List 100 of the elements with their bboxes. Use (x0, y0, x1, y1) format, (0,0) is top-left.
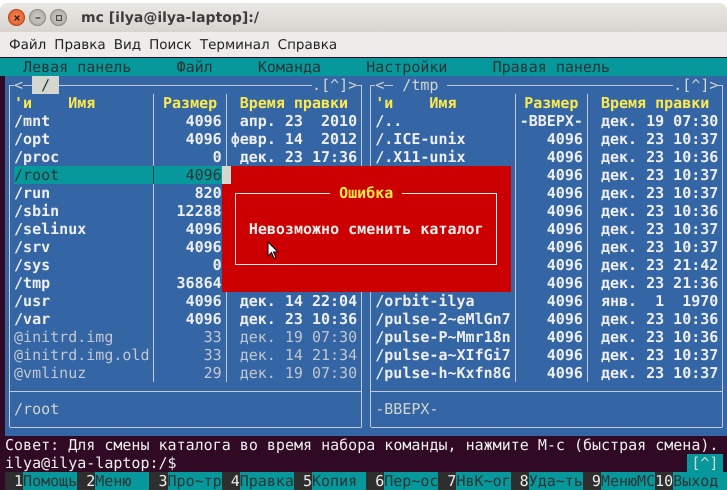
file-size: 820 (194, 184, 222, 202)
file-name: /orbit-ilya (375, 292, 475, 310)
function-key[interactable]: МенюМС (600, 472, 656, 490)
file-name: @initrd.img.old (14, 346, 150, 364)
menu-item[interactable]: Справка (274, 36, 342, 52)
file-size: 4096 (546, 328, 583, 346)
menu-item[interactable]: Терминал (196, 36, 274, 52)
menu-item[interactable]: Поиск (145, 36, 196, 52)
file-size: 4096 (546, 256, 583, 274)
file-row[interactable]: /var 4096 дек. 23 10:36 (14, 310, 358, 328)
column-header[interactable]: Время правки (230, 94, 358, 112)
menu-item[interactable]: Настройки (366, 58, 448, 76)
file-row[interactable]: /pulse-h~Kxfn8G 4096 дек. 23 10:37 (375, 364, 718, 382)
file-row[interactable]: @initrd.img 33 дек. 19 07:30 (14, 328, 358, 346)
column-header[interactable]: Размер (158, 94, 222, 112)
file-row[interactable]: 4096 дек. 23 10:36 (375, 202, 718, 220)
file-time: дек. 23 10:36 (600, 310, 718, 328)
history-arrow[interactable]: < (14, 76, 24, 94)
file-size: 4096 (186, 130, 222, 148)
file-row[interactable]: /.. -ВВЕРХ- дек. 19 07:30 (375, 112, 718, 130)
file-row[interactable]: /usr 4096 дек. 14 22:04 (14, 292, 358, 310)
function-key[interactable]: Про~тр (168, 472, 222, 490)
panel-path: / (32, 76, 60, 94)
file-row[interactable]: 4096 дек. 23 21:36 (375, 274, 718, 292)
file-size: 4096 (546, 274, 583, 292)
sort-indicator[interactable]: 'и (14, 94, 32, 112)
maximize-button[interactable] (50, 9, 67, 26)
file-name: /mnt (14, 112, 50, 130)
file-size: 4096 (186, 292, 222, 310)
menu-item[interactable]: Правая панель (492, 58, 610, 76)
file-time: дек. 23 10:36 (240, 310, 358, 328)
column-header[interactable]: Размер (520, 94, 583, 112)
file-size: 4096 (546, 148, 583, 166)
file-row[interactable]: /proc 0 дек. 23 17:36 (14, 148, 358, 166)
file-time: дек. 14 21:34 (240, 346, 358, 364)
file-row[interactable]: /pulse-2~eMlGn7 4096 дек. 23 10:36 (375, 310, 718, 328)
file-row[interactable]: @initrd.img.old 33 дек. 14 21:34 (14, 346, 358, 364)
function-key[interactable]: Копия (312, 472, 366, 490)
file-row[interactable]: 4096 дек. 23 21:42 (375, 256, 718, 274)
function-key[interactable]: НвК~ог (456, 472, 511, 490)
file-row[interactable]: /mnt 4096 апр. 23 2010 (14, 112, 358, 130)
panel-controls[interactable]: .[^]> (673, 76, 718, 94)
close-icon (12, 14, 20, 22)
menu-item[interactable]: Левая панель (23, 58, 132, 76)
menu-item[interactable]: Вид (110, 36, 146, 52)
key-number: 2 (77, 472, 96, 490)
file-size: 4096 (186, 220, 222, 238)
file-time: дек. 23 10:37 (600, 184, 718, 202)
close-button[interactable] (8, 9, 25, 26)
function-key[interactable]: Меню (95, 472, 150, 490)
column-header[interactable]: Имя (68, 94, 96, 112)
menu-item[interactable]: Файл (176, 58, 213, 76)
file-size: 4096 (546, 202, 583, 220)
file-row[interactable]: 4096 дек. 23 10:37 (375, 238, 718, 256)
file-name: /pulse-a~XIfGi7 (375, 346, 511, 364)
file-name: @vmlinuz (14, 364, 86, 382)
menu-item[interactable]: Файл (5, 36, 50, 52)
file-time: февр. 14 2012 (230, 130, 358, 148)
column-header[interactable]: Имя (429, 94, 456, 112)
function-key[interactable]: Выход (673, 472, 727, 490)
status-line: -ВВЕРХ- (375, 400, 438, 418)
file-row[interactable]: /pulse-a~XIfGi7 4096 дек. 23 10:37 (375, 346, 718, 364)
file-time: апр. 23 2010 (240, 112, 358, 130)
file-name: /tmp (14, 274, 50, 292)
file-row[interactable]: /orbit-ilya 4096 янв. 1 1970 (375, 292, 718, 310)
key-number: 7 (438, 472, 456, 490)
file-name: /.X11-unix (375, 148, 466, 166)
key-number: 6 (366, 472, 384, 490)
shell-prompt: ilya@ilya-laptop:/$ (5, 454, 177, 472)
function-key[interactable]: Пер~ос (384, 472, 438, 490)
file-row[interactable]: @vmlinuz 29 дек. 19 07:30 (14, 364, 358, 382)
file-row[interactable]: /.ICE-unix 4096 дек. 23 10:37 (375, 130, 718, 148)
function-key[interactable]: Уда~ть (528, 472, 583, 490)
file-size: 4096 (546, 310, 583, 328)
file-name: /run (14, 184, 50, 202)
file-row[interactable]: /opt 4096 февр. 14 2012 (14, 130, 358, 148)
file-name: /selinux (14, 220, 86, 238)
history-arrow[interactable]: < (375, 76, 384, 94)
column-header[interactable]: Время правки (592, 94, 718, 112)
panel-controls[interactable]: .[^]> (312, 76, 358, 94)
file-name: /usr (14, 292, 50, 310)
file-row[interactable]: /.X11-unix 4096 дек. 23 10:36 (375, 148, 718, 166)
function-key[interactable]: Помощь (23, 472, 78, 490)
file-row[interactable]: /pulse-P~Mmr18n 4096 дек. 23 10:36 (375, 328, 718, 346)
file-name: @initrd.img (14, 328, 114, 346)
file-size: 12288 (176, 202, 222, 220)
key-number: 1 (5, 472, 24, 490)
file-size: 4096 (546, 130, 583, 148)
file-row[interactable]: 4096 дек. 23 10:37 (375, 166, 718, 184)
sort-indicator[interactable]: 'и (375, 94, 394, 112)
function-key[interactable]: Правка (240, 472, 294, 490)
menu-item[interactable]: Правка (50, 36, 110, 52)
hint-text: Совет: Для смены каталога во время набора команды, нажмите M-c (быстрая смена). (5, 436, 718, 454)
file-size: 4096 (186, 166, 222, 184)
file-time: дек. 23 10:36 (600, 202, 718, 220)
menu-item[interactable]: Команда (258, 58, 322, 76)
file-time: дек. 23 21:42 (600, 256, 718, 274)
file-size: 33 (204, 328, 222, 346)
file-time: янв. 1 1970 (600, 292, 718, 310)
file-time: дек. 23 10:36 (600, 148, 718, 166)
